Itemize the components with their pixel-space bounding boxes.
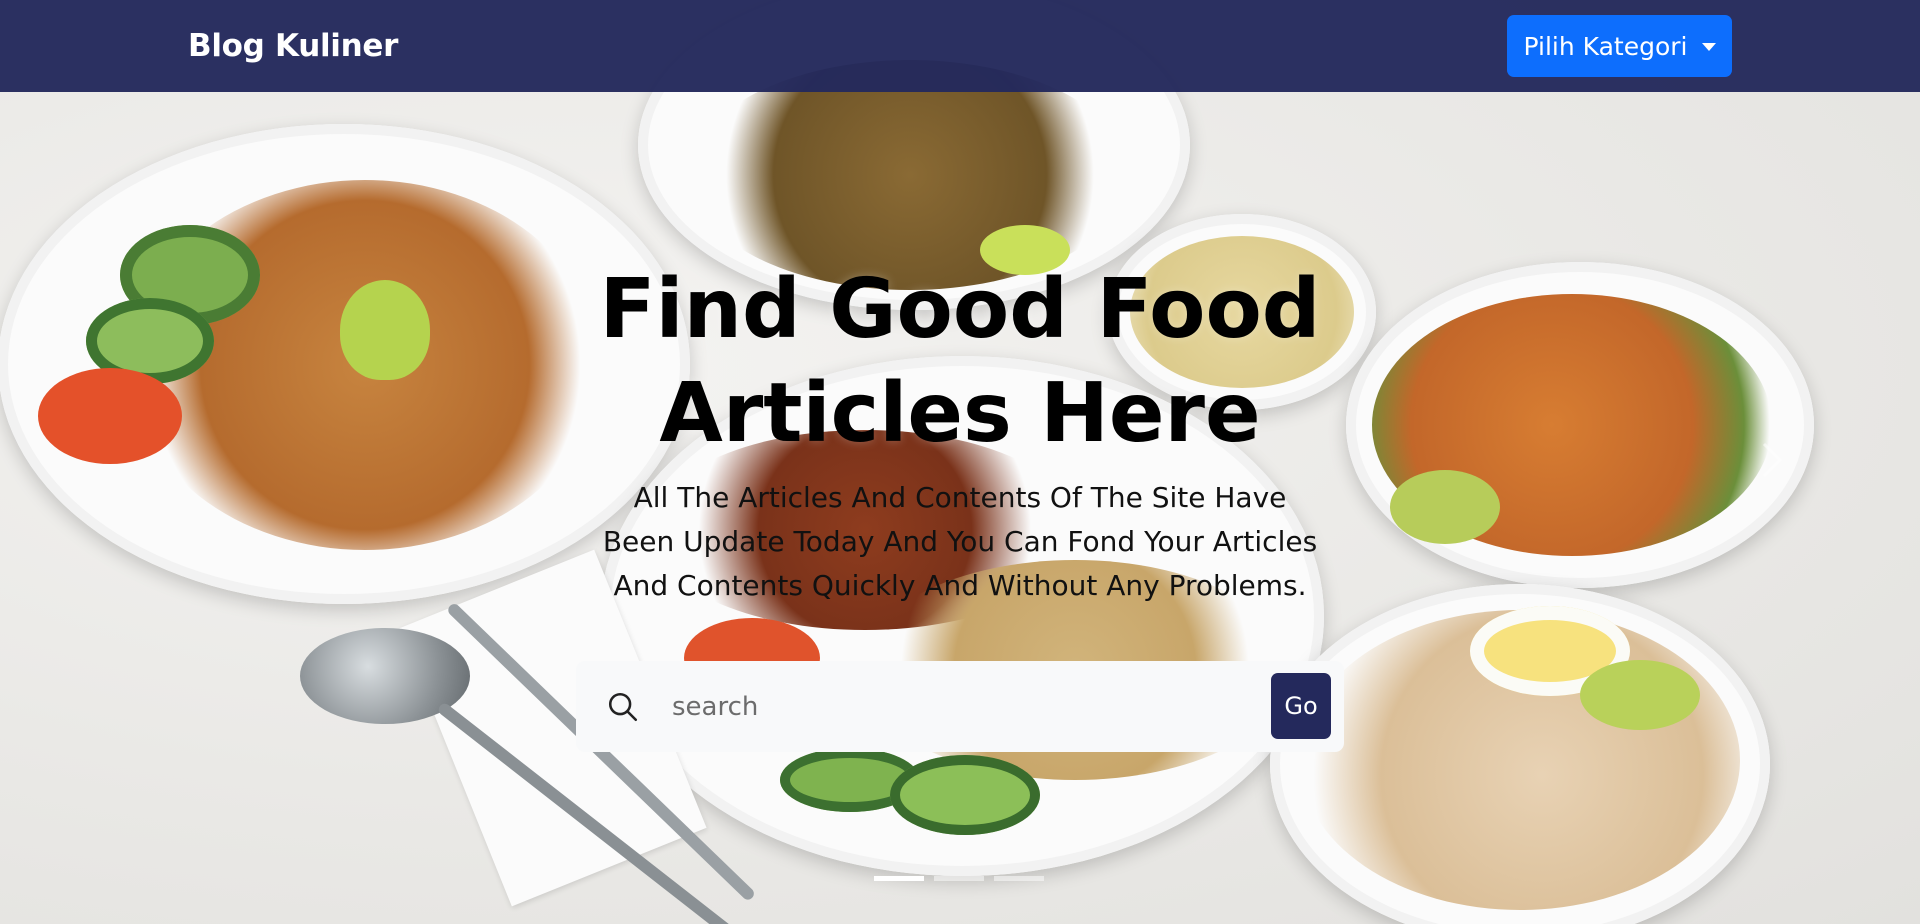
hero-headline-line2: Articles Here bbox=[659, 366, 1261, 461]
hero-subtitle: All The Articles And Contents Of The Sit… bbox=[602, 481, 1318, 602]
carousel-indicator-2[interactable] bbox=[934, 876, 984, 881]
go-button[interactable]: Go bbox=[1271, 673, 1331, 739]
carousel-indicator-1[interactable] bbox=[874, 876, 924, 881]
search-form: Go bbox=[576, 661, 1344, 752]
navbar: Blog Kuliner Pilih Kategori bbox=[0, 0, 1920, 92]
category-button-label: Pilih Kategori bbox=[1523, 31, 1688, 61]
search-input[interactable] bbox=[670, 679, 1234, 735]
hero-headline: Find Good Food Articles Here bbox=[560, 258, 1360, 466]
carousel-next-button[interactable] bbox=[1752, 430, 1792, 490]
category-dropdown-button[interactable]: Pilih Kategori bbox=[1507, 15, 1732, 77]
carousel-indicators bbox=[874, 876, 1044, 881]
carousel-indicator-3[interactable] bbox=[994, 876, 1044, 881]
caret-down-icon bbox=[1701, 43, 1716, 51]
chevron-right-icon bbox=[1762, 442, 1783, 478]
search-icon bbox=[608, 692, 638, 722]
hero-headline-line1: Find Good Food bbox=[599, 262, 1321, 357]
brand-logo-link[interactable]: Blog Kuliner bbox=[188, 0, 398, 92]
